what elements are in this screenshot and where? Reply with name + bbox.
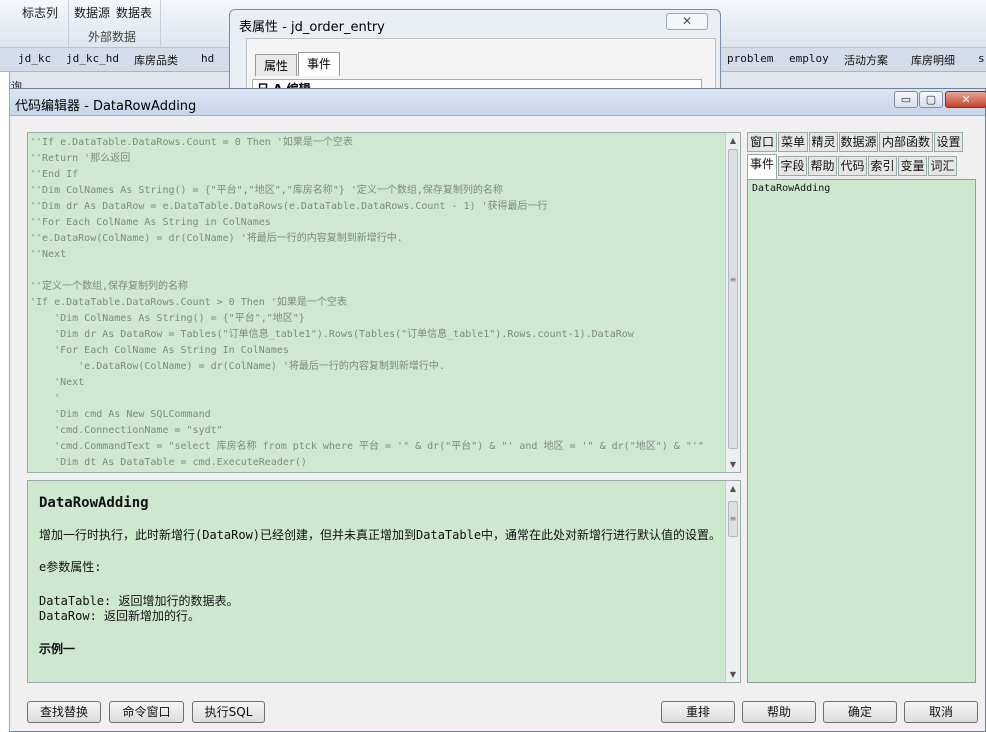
tab-vocabulary[interactable]: 词汇 (928, 156, 957, 176)
code-line[interactable] (30, 263, 726, 279)
code-line[interactable]: 'cmd.CommandText = "select 库房名称 from ptc… (30, 439, 726, 455)
tab-wizard[interactable]: 精灵 (809, 132, 838, 152)
property-dialog-title: 表属性 - jd_order_entry (239, 20, 385, 35)
ribbon-item-flag-column[interactable]: 标志列 (22, 4, 58, 21)
code-line[interactable]: 'Dim ColNames As String() = {"平台","地区"} (30, 311, 726, 327)
code-line[interactable]: 'Next (30, 375, 726, 391)
table-tab[interactable]: hd (201, 52, 214, 65)
tab-builtin-functions[interactable]: 内部函数 (879, 132, 933, 152)
event-list: DataRowAdding (747, 179, 976, 683)
scroll-thumb[interactable]: ≡ (728, 149, 738, 449)
tab-index[interactable]: 索引 (868, 156, 897, 176)
tab-settings[interactable]: 设置 (934, 132, 963, 152)
tab-code[interactable]: 代码 (838, 156, 867, 176)
table-tab[interactable]: jd_kc (18, 52, 51, 65)
table-tab[interactable]: 库房明细 (911, 52, 955, 68)
help-param: DataRow: 返回新增加的行。 (39, 609, 201, 623)
code-line[interactable]: ''Next (30, 247, 726, 263)
table-tab[interactable]: employ (789, 52, 829, 65)
code-lines[interactable]: ''If e.DataTable.DataRows.Count = 0 Then… (30, 135, 726, 470)
code-line[interactable]: ''定义一个数组,保存复制列的名称 (30, 279, 726, 295)
close-icon[interactable]: ✕ (945, 91, 986, 108)
scroll-down-icon[interactable]: ▼ (726, 457, 740, 472)
tab-events[interactable]: 事件 (298, 52, 341, 76)
code-line[interactable]: ''Dim ColNames As String() = {"平台","地区",… (30, 183, 726, 199)
scroll-down-icon[interactable]: ▼ (726, 667, 740, 682)
code-line[interactable]: ''Dim dr As DataRow = e.DataTable.DataRo… (30, 199, 726, 215)
code-line[interactable]: 'Dim dt As DataTable = cmd.ExecuteReader… (30, 455, 726, 470)
ribbon-group-external-data: 外部数据 (88, 30, 137, 44)
scroll-up-icon[interactable]: ▲ (726, 481, 740, 496)
tab-datasource[interactable]: 数据源 (839, 132, 878, 152)
tab-menu[interactable]: 菜单 (778, 132, 808, 152)
maximize-icon[interactable]: ▢ (919, 91, 943, 108)
help-scrollbar[interactable]: ▲ ≡ ▼ (725, 481, 740, 682)
help-button[interactable]: 帮助 (742, 701, 816, 723)
table-tab[interactable]: s (978, 52, 985, 65)
code-line[interactable]: ' (30, 391, 726, 407)
scroll-thumb[interactable]: ≡ (728, 501, 738, 537)
command-window-button[interactable]: 命令窗口 (109, 701, 184, 723)
title-bar: 代码编辑器 - DataRowAdding ▭ ▢ ✕ (1, 89, 986, 116)
code-line[interactable]: 'If e.DataTable.DataRows.Count > 0 Then … (30, 295, 726, 311)
code-line[interactable]: ''e.DataRow(ColName) = dr(ColName) '将最后一… (30, 231, 726, 247)
code-line[interactable]: 'e.DataRow(ColName) = dr(ColName) '将最后一行… (30, 359, 726, 375)
left-strip (0, 72, 10, 732)
code-line[interactable]: 'cmd.ConnectionName = "sydt" (30, 423, 726, 439)
table-tab[interactable]: 活动方案 (844, 52, 888, 68)
code-line[interactable]: ''If e.DataTable.DataRows.Count = 0 Then… (30, 135, 726, 151)
execute-sql-button[interactable]: 执行SQL (192, 701, 265, 723)
help-content: DataRowAdding 增加一行时执行，此时新增行(DataRow)已经创建… (39, 489, 724, 679)
help-title: DataRowAdding (39, 495, 149, 511)
code-scrollbar[interactable]: ▲ ≡ ▼ (725, 133, 740, 472)
ok-button[interactable]: 确定 (823, 701, 897, 723)
event-list-item[interactable]: DataRowAdding (752, 183, 830, 194)
code-line[interactable]: 'Dim cmd As New SQLCommand (30, 407, 726, 423)
property-dialog: 表属性 - jd_order_entry ✕ 属性 事件 日 A 编辑 (229, 9, 721, 99)
window-title: 代码编辑器 - DataRowAdding (15, 99, 197, 114)
code-line[interactable]: 'For Each ColName As String In ColNames (30, 343, 726, 359)
help-pane: DataRowAdding 增加一行时执行，此时新增行(DataRow)已经创建… (27, 480, 741, 683)
tab-window[interactable]: 窗口 (747, 132, 777, 152)
table-tab[interactable]: 库房品类 (134, 52, 178, 68)
close-icon[interactable]: ✕ (666, 13, 708, 30)
tab-properties[interactable]: 属性 (255, 54, 298, 76)
rearrange-button[interactable]: 重排 (661, 701, 735, 723)
code-editor-pane[interactable]: ''If e.DataTable.DataRows.Count = 0 Then… (27, 132, 741, 473)
tab-help[interactable]: 帮助 (808, 156, 837, 176)
right-panel: 窗口 菜单 精灵 数据源 内部函数 设置 事件 字段 帮助 代码 索引 变量 词… (747, 132, 977, 683)
table-tab[interactable]: problem (727, 52, 773, 65)
tab-events[interactable]: 事件 (747, 154, 777, 179)
ribbon-item-datatable[interactable]: 数据表 (116, 4, 152, 21)
cancel-button[interactable]: 取消 (904, 701, 978, 723)
code-line[interactable]: ''Return '那么返回 (30, 151, 726, 167)
table-tab[interactable]: jd_kc_hd (66, 52, 119, 65)
help-param: DataTable: 返回增加行的数据表。 (39, 594, 239, 608)
scroll-up-icon[interactable]: ▲ (726, 133, 740, 148)
code-line[interactable]: 'Dim dr As DataRow = Tables("订单信息_table1… (30, 327, 726, 343)
help-params-heading: e参数属性: (39, 560, 102, 574)
code-editor-window: 代码编辑器 - DataRowAdding ▭ ▢ ✕ ''If e.DataT… (0, 88, 986, 732)
find-replace-button[interactable]: 查找替换 (27, 701, 101, 723)
help-example-heading: 示例一 (39, 642, 76, 656)
ribbon-item-datasource[interactable]: 数据源 (74, 4, 110, 21)
code-line[interactable]: ''End If (30, 167, 726, 183)
tab-fields[interactable]: 字段 (778, 156, 807, 176)
minimize-icon[interactable]: ▭ (894, 91, 918, 108)
tab-variables[interactable]: 变量 (898, 156, 927, 176)
help-description: 增加一行时执行，此时新增行(DataRow)已经创建，但并未真正增加到DataT… (39, 528, 722, 542)
code-line[interactable]: ''For Each ColName As String in ColNames (30, 215, 726, 231)
